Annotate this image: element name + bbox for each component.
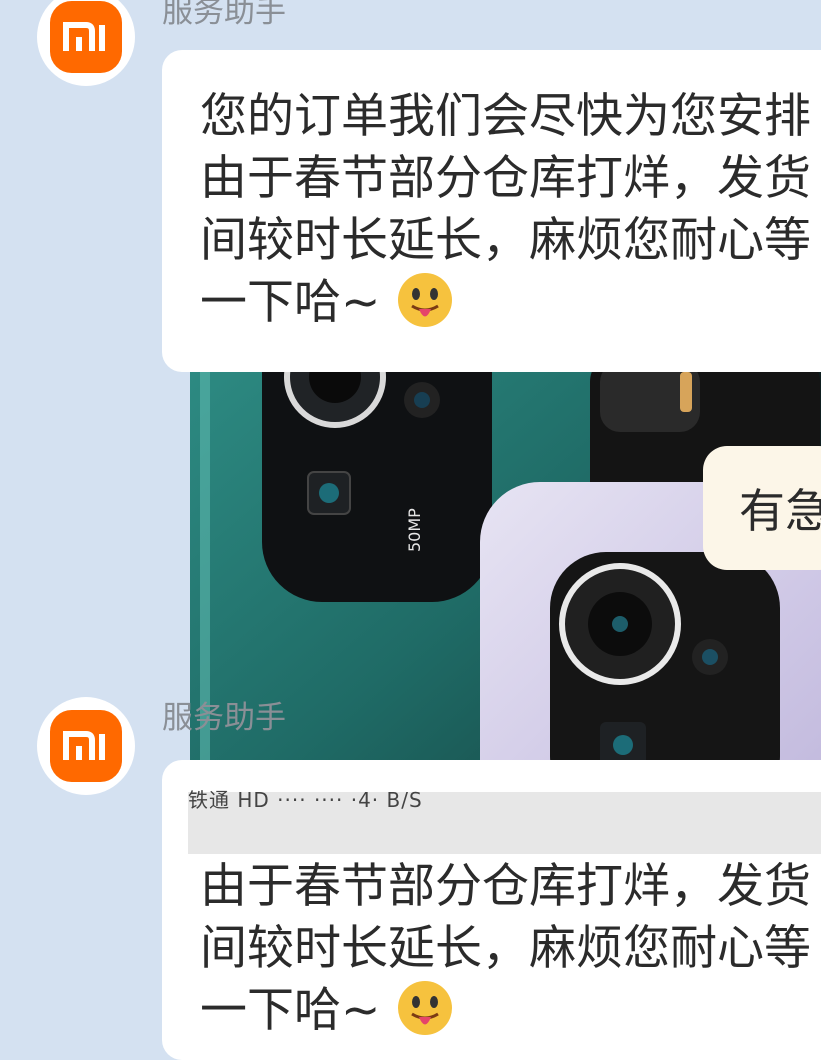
message-line-text: 一下哈~ — [200, 983, 381, 1038]
message-bubble[interactable]: 您的订单我们会尽快为您安排 由于春节部分仓库打烊，发货 间较时长延长，麻烦您耐心… — [162, 50, 821, 372]
user-message-text: 有急 — [739, 484, 821, 538]
sender-name: 服务助手 — [162, 0, 286, 30]
message-line: 间较时长延长，麻烦您耐心等 — [200, 921, 811, 976]
avatar[interactable] — [37, 0, 135, 86]
xiaomi-logo-icon — [50, 1, 122, 73]
message-line: 您的订单我们会尽快为您安排 — [200, 89, 811, 144]
tongue-out-emoji-icon — [397, 980, 453, 1036]
message-line: 一下哈~ — [200, 980, 811, 1042]
user-message-bubble[interactable]: 有急 — [703, 446, 821, 570]
status-text: 铁通 HD ···· ···· ·4· B/S — [188, 788, 423, 812]
message-line: 由于春节部分仓库打烊，发货 — [200, 859, 811, 914]
tongue-out-emoji-icon — [397, 272, 453, 328]
message-line: 由于春节部分仓库打烊，发货 — [200, 151, 811, 206]
message-line: 一下哈~ — [200, 272, 811, 334]
avatar[interactable] — [37, 697, 135, 795]
message-line: 间较时长延长，麻烦您耐心等 — [200, 213, 811, 268]
xiaomi-logo-icon — [50, 710, 122, 782]
embedded-status-bar: 铁通 HD ···· ···· ·4· B/S — [188, 788, 821, 854]
sender-name: 服务助手 — [162, 700, 286, 736]
message-line-text: 一下哈~ — [200, 275, 381, 330]
svg-text:50MP: 50MP — [405, 508, 424, 552]
